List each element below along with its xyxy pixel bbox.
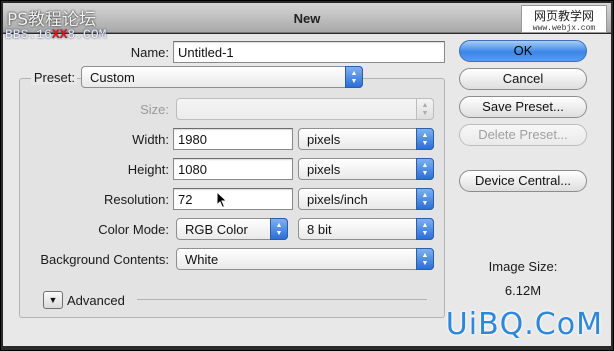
image-size-label: Image Size: (488, 259, 558, 274)
height-field[interactable]: 1080 (173, 158, 293, 180)
preset-popup[interactable]: Custom ▲ ▼ (81, 66, 363, 88)
height-label: Height: (127, 162, 169, 177)
device-central-button[interactable]: Device Central... (459, 170, 587, 192)
bit-depth-value: 8 bit (307, 222, 332, 237)
advanced-label: Advanced (67, 293, 125, 308)
save-preset-button[interactable]: Save Preset... (459, 96, 587, 118)
width-unit-popup[interactable]: pixels ▲ ▼ (298, 128, 434, 150)
watermark-top-left-url: BBS.16XX8.COM (5, 27, 106, 42)
width-label: Width: (132, 132, 169, 147)
cancel-button[interactable]: Cancel (459, 68, 587, 90)
advanced-disclosure-button[interactable]: ▼ (43, 291, 63, 309)
watermark-url-part-a: BBS.16 (5, 27, 52, 42)
color-mode-popup[interactable]: RGB Color ▲ ▼ (176, 218, 288, 240)
new-document-dialog: New Name: Untitled-1 Preset: Custom ▲ ▼ S… (0, 0, 614, 351)
resolution-unit-value: pixels/inch (307, 192, 368, 207)
width-field[interactable]: 1980 (173, 128, 293, 150)
preset-label: Preset: (31, 70, 77, 85)
advanced-divider (137, 299, 427, 300)
watermark-top-right-url: www.webjx.com (532, 24, 596, 33)
color-mode-value: RGB Color (185, 222, 248, 237)
resolution-field[interactable]: 72 (173, 188, 293, 210)
disclosure-triangle-icon: ▼ (48, 295, 58, 305)
watermark-top-right: 网页教学网 www.webjx.com (521, 5, 607, 33)
height-unit-popup[interactable]: pixels ▲ ▼ (298, 158, 434, 180)
mouse-pointer-icon (216, 191, 228, 209)
watermark-top-right-title: 网页教学网 (533, 9, 594, 23)
background-contents-popup[interactable]: White ▲ ▼ (176, 248, 434, 270)
image-size-value: 6.12M (504, 283, 542, 298)
resolution-label: Resolution: (103, 192, 169, 207)
updown-arrows-icon: ▲ ▼ (345, 66, 363, 88)
bit-depth-popup[interactable]: 8 bit ▲ ▼ (298, 218, 434, 240)
width-unit-value: pixels (307, 132, 341, 147)
watermark-url-part-x: XX (51, 27, 68, 42)
updown-arrows-icon: ▲ ▼ (416, 98, 434, 120)
updown-arrows-icon: ▲ ▼ (416, 188, 434, 210)
ok-button[interactable]: OK (459, 40, 587, 62)
background-contents-label: Background Contents: (40, 252, 169, 267)
delete-preset-button[interactable]: Delete Preset... (459, 124, 587, 146)
updown-arrows-icon: ▲ ▼ (416, 158, 434, 180)
updown-arrows-icon: ▲ ▼ (270, 218, 288, 240)
dialog-body: Name: Untitled-1 Preset: Custom ▲ ▼ Size:… (3, 34, 611, 346)
name-field[interactable]: Untitled-1 (173, 41, 445, 63)
updown-arrows-icon: ▲ ▼ (416, 128, 434, 150)
name-label: Name: (130, 45, 169, 60)
color-mode-label: Color Mode: (98, 222, 169, 237)
size-label: Size: (140, 102, 169, 117)
background-contents-value: White (185, 252, 219, 267)
updown-arrows-icon: ▲ ▼ (416, 218, 434, 240)
resolution-unit-popup[interactable]: pixels/inch ▲ ▼ (298, 188, 434, 210)
watermark-bottom-right: UiBQ.CoM (445, 307, 603, 342)
size-popup[interactable]: ▲ ▼ (176, 98, 434, 120)
height-unit-value: pixels (307, 162, 341, 177)
watermark-url-part-b: 8.COM (67, 27, 107, 42)
preset-popup-value: Custom (90, 70, 135, 85)
updown-arrows-icon: ▲ ▼ (416, 248, 434, 270)
